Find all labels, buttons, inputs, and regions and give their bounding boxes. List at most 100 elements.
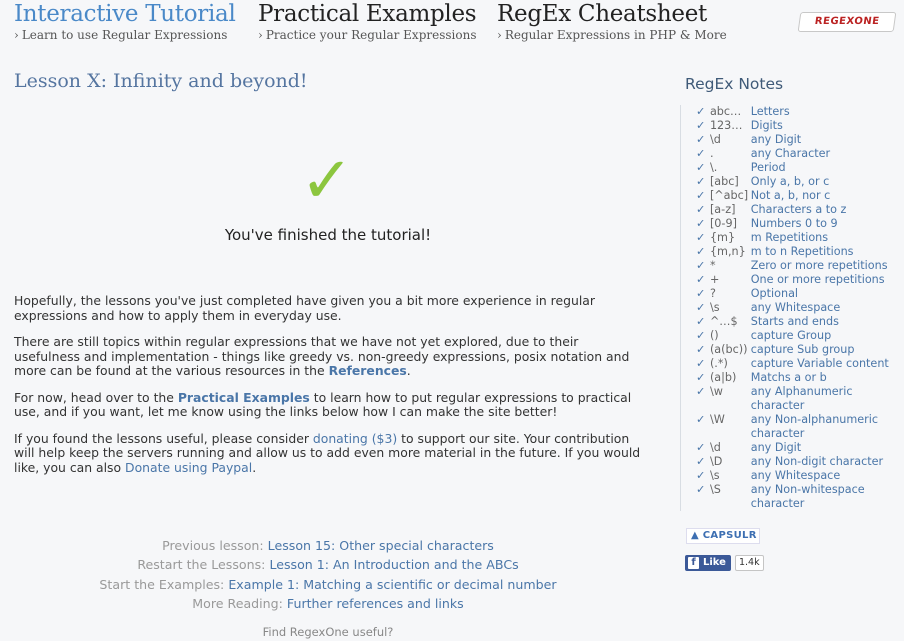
note-pattern: \s <box>709 301 720 314</box>
nav-practical-examples[interactable]: Practical Examples › Practice your Regula… <box>258 0 477 42</box>
regex-notes-list: ✓ abc… Letters ✓ 123… Digits ✓ \d any Digit ✓. any… <box>680 105 900 511</box>
note-description: any Non-whitespace character <box>750 483 865 510</box>
checkmark-icon: ✓ <box>300 144 354 218</box>
check-icon: ✓ <box>696 329 706 342</box>
nav-title[interactable]: Interactive Tutorial <box>14 0 236 28</box>
note-item: ✓ \W any Non-alphanumeric character <box>696 413 900 441</box>
check-icon: ✓ <box>696 371 706 384</box>
capsulr-icon: ▲ <box>691 530 699 541</box>
check-icon: ✓ <box>696 175 706 188</box>
note-item: ✓ ^…$ Starts and ends <box>696 315 900 329</box>
note-pattern: \W <box>709 413 725 426</box>
chevron-right-icon: › <box>14 28 19 42</box>
check-icon: ✓ <box>696 385 706 398</box>
find-useful-text: Find RegexOne useful? <box>262 625 394 639</box>
note-pattern: (.*) <box>709 357 728 370</box>
check-icon: ✓ <box>696 483 706 496</box>
donate-paypal-link[interactable]: Donate using Paypal <box>125 460 252 475</box>
check-icon: ✓ <box>696 273 706 286</box>
check-icon: ✓ <box>696 301 706 314</box>
more-reading-link[interactable]: Further references and links <box>287 596 464 611</box>
note-item: ✓ [0-9] Numbers 0 to 9 <box>696 217 900 231</box>
nav-title[interactable]: Practical Examples <box>258 0 477 28</box>
check-icon: ✓ <box>696 469 706 482</box>
facebook-like-button[interactable]: f Like <box>685 555 731 571</box>
note-item: ✓ \s any Whitespace <box>696 469 900 483</box>
note-pattern: {m} <box>709 231 736 244</box>
facebook-icon: f <box>688 557 699 569</box>
note-item: ✓ {m} m Repetitions <box>696 231 900 245</box>
note-description: any Character <box>750 147 831 160</box>
top-nav: Interactive Tutorial › Learn to use Regul… <box>0 0 904 50</box>
note-item: ✓ {m,n} m to n Repetitions <box>696 245 900 259</box>
note-description: Not a, b, nor c <box>750 189 831 202</box>
check-icon: ✓ <box>696 147 706 160</box>
practical-examples-link[interactable]: Practical Examples <box>178 390 310 405</box>
chevron-right-icon: › <box>258 28 263 42</box>
note-description: any Whitespace <box>750 301 841 314</box>
note-pattern: abc… <box>709 105 742 118</box>
nav-interactive-tutorial[interactable]: Interactive Tutorial › Learn to use Regul… <box>14 0 236 42</box>
note-item: ✓ 123… Digits <box>696 119 900 133</box>
check-icon: ✓ <box>696 441 706 454</box>
note-item: ✓ [a-z] Characters a to z <box>696 203 900 217</box>
note-pattern: \S <box>709 483 721 496</box>
lesson-links: Previous lesson: Lesson 15: Other specia… <box>0 536 656 613</box>
note-description: Matchs a or b <box>750 371 827 384</box>
check-icon: ✓ <box>696 343 706 356</box>
facebook-like-widget: f Like 1.4k <box>685 555 764 571</box>
start-examples-link[interactable]: Example 1: Matching a scientific or deci… <box>228 577 556 592</box>
regexone-logo[interactable]: REGEXONE <box>797 12 897 32</box>
note-pattern: \w <box>709 385 723 398</box>
nav-subtitle: › Practice your Regular Expressions <box>258 28 477 42</box>
note-description: any Digit <box>750 441 802 454</box>
note-pattern: \. <box>709 161 718 174</box>
nav-title[interactable]: RegEx Cheatsheet <box>497 0 727 28</box>
check-icon: ✓ <box>696 119 706 132</box>
note-description: Starts and ends <box>750 315 839 328</box>
note-pattern: {m,n} <box>709 245 746 258</box>
note-description: Digits <box>750 119 783 132</box>
notes-title: RegEx Notes <box>685 75 784 93</box>
references-link[interactable]: References <box>329 363 407 378</box>
note-item: ✓ * Zero or more repetitions <box>696 259 900 273</box>
note-pattern: \s <box>709 469 720 482</box>
chevron-right-icon: › <box>497 28 502 42</box>
note-description: Letters <box>750 105 790 118</box>
capsulr-badge[interactable]: ▲ CAPSULR <box>686 528 760 544</box>
note-description: any Whitespace <box>750 469 841 482</box>
note-description: Period <box>750 161 786 174</box>
paragraph: For now, head over to the Practical Exam… <box>14 389 632 419</box>
note-item: ✓ (a(bc)) capture Sub group <box>696 343 900 357</box>
check-icon: ✓ <box>696 161 706 174</box>
note-description: Zero or more repetitions <box>750 259 888 272</box>
note-pattern: ? <box>709 287 716 300</box>
note-item: ✓. any Character <box>696 147 900 161</box>
note-description: any Non-digit character <box>750 455 884 468</box>
note-description: any Digit <box>750 133 802 146</box>
note-item: ✓ \S any Non-whitespace character <box>696 483 900 511</box>
nav-regex-cheatsheet[interactable]: RegEx Cheatsheet › Regular Expressions in… <box>497 0 727 42</box>
like-count: 1.4k <box>734 555 764 571</box>
note-item: ✓ (.*) capture Variable content <box>696 357 900 371</box>
nav-subtitle: › Regular Expressions in PHP & More <box>497 28 727 42</box>
note-pattern: . <box>709 147 714 160</box>
check-icon: ✓ <box>696 357 706 370</box>
check-icon: ✓ <box>696 413 706 426</box>
previous-lesson-link[interactable]: Lesson 15: Other special characters <box>268 538 494 553</box>
note-item: ✓ \d any Digit <box>696 133 900 147</box>
note-item: ✓ + One or more repetitions <box>696 273 900 287</box>
note-item: ✓ \. Period <box>696 161 900 175</box>
note-pattern: \d <box>709 441 721 454</box>
link-row: Start the Examples: Example 1: Matching … <box>99 576 557 592</box>
note-description: Optional <box>750 287 799 300</box>
note-description: any Non-alphanumeric character <box>750 413 879 440</box>
note-item: ✓ (a|b) Matchs a or b <box>696 371 900 385</box>
donate-link[interactable]: donating ($3) <box>313 431 397 446</box>
note-pattern: [^abc] <box>709 189 749 202</box>
check-icon: ✓ <box>696 203 706 216</box>
note-description: capture Variable content <box>750 357 889 370</box>
restart-lessons-link[interactable]: Lesson 1: An Introduction and the ABCs <box>269 557 518 572</box>
note-pattern: 123… <box>709 119 743 132</box>
note-pattern: \D <box>709 455 723 468</box>
